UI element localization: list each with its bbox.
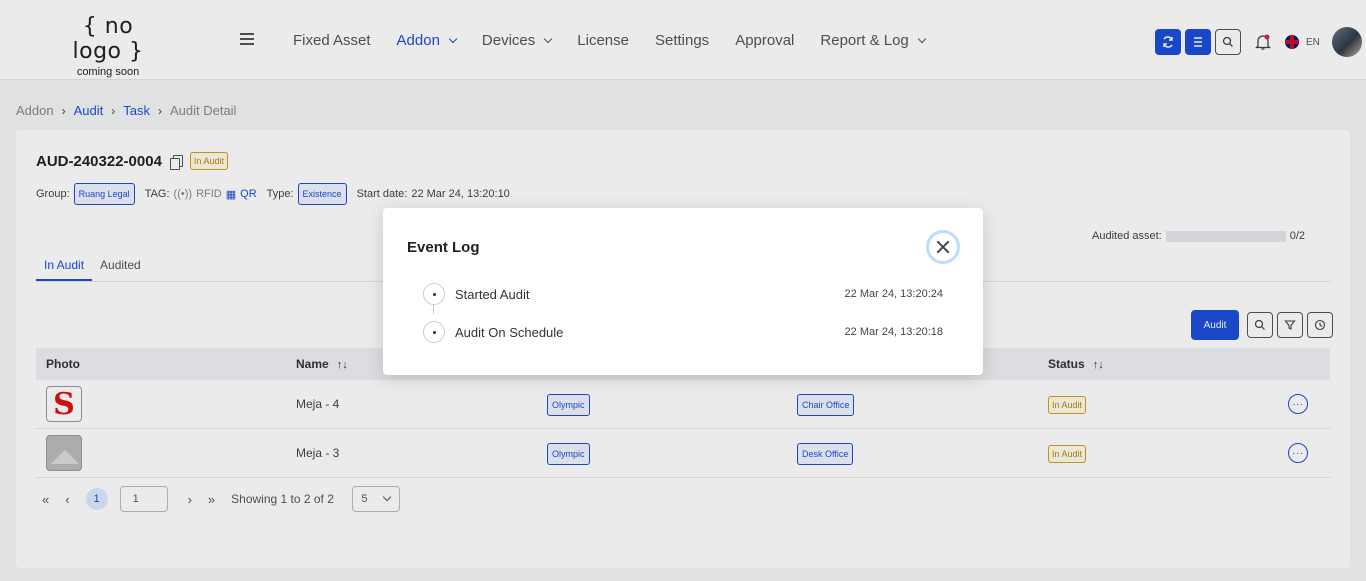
- event-log-modal: Event Log Started Audit 22 Mar 24, 13:20…: [383, 208, 983, 375]
- timeline-item: Started Audit 22 Mar 24, 13:20:24: [423, 275, 943, 313]
- event-label: Started Audit: [455, 286, 530, 302]
- timeline-item: Audit On Schedule 22 Mar 24, 13:20:18: [423, 313, 943, 351]
- event-timeline: Started Audit 22 Mar 24, 13:20:24 Audit …: [423, 275, 943, 351]
- event-time: 22 Mar 24, 13:20:18: [844, 326, 943, 338]
- event-label: Audit On Schedule: [455, 324, 564, 340]
- close-button[interactable]: [926, 230, 960, 264]
- timeline-dot-icon: [423, 321, 445, 343]
- modal-title: Event Log: [407, 239, 480, 256]
- timeline-dot-icon: [423, 283, 445, 305]
- event-time: 22 Mar 24, 13:20:24: [844, 288, 943, 300]
- close-icon: [936, 240, 950, 254]
